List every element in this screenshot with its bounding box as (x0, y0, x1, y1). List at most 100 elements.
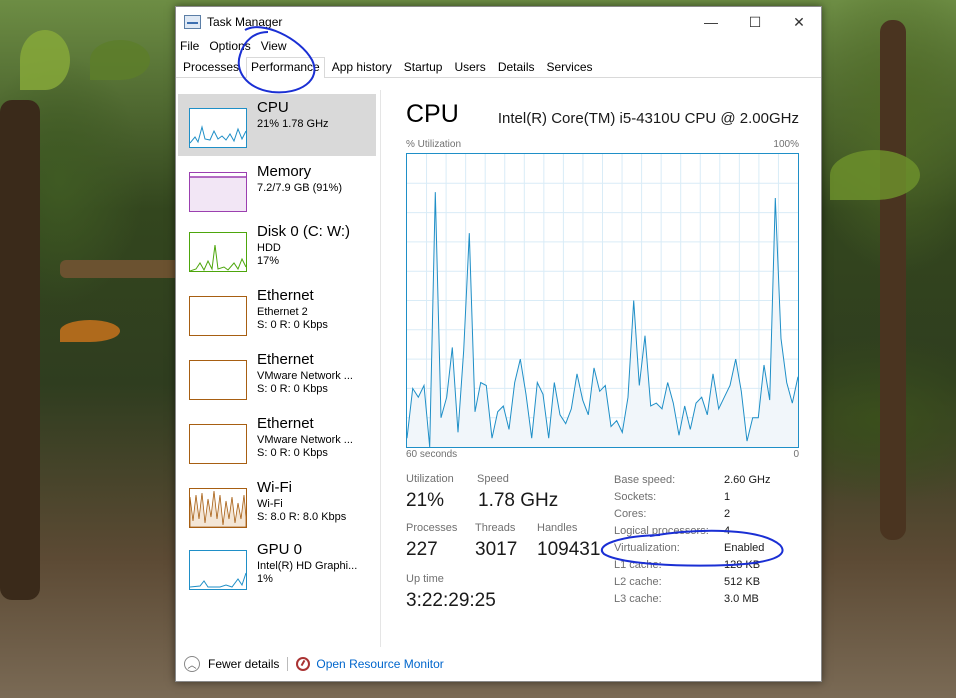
menu-bar: File Options View (176, 37, 821, 55)
sidebar-item-title: GPU 0 (257, 541, 303, 558)
leaf (20, 30, 70, 90)
l2-cache-label: L2 cache: (614, 576, 662, 588)
sidebar-item-title: Disk 0 (C: W:) (257, 223, 351, 240)
sidebar-item-detail: 1% (257, 573, 273, 585)
utilization-label: Utilization (406, 473, 454, 485)
sidebar-item-detail: 21% 1.78 GHz (257, 118, 329, 130)
utilization-axis-label: % Utilization (406, 139, 462, 150)
utilization-max-label: 100% (773, 139, 799, 150)
close-button[interactable]: ✕ (777, 7, 821, 37)
graph-time-label: 60 seconds (406, 449, 458, 460)
processes-label: Processes (406, 522, 458, 534)
sidebar-item-wifi[interactable]: Wi-Fi Wi-Fi S: 8.0 R: 8.0 Kbps (178, 474, 376, 536)
virtualization-value: Enabled (724, 542, 765, 554)
resource-monitor-icon[interactable] (296, 657, 311, 671)
sidebar-item-detail: 17% (257, 255, 280, 267)
memory-thumbnail-graph (189, 172, 247, 212)
handles-value: 109431 (537, 539, 601, 560)
cpu-utilization-graph (406, 153, 799, 448)
cpu-model-name: Intel(R) Core(TM) i5-4310U CPU @ 2.00GHz (497, 110, 799, 127)
sidebar-item-memory[interactable]: Memory 7.2/7.9 GB (91%) (178, 158, 376, 220)
sidebar-item-disk[interactable]: Disk 0 (C: W:) HDD 17% (178, 218, 376, 280)
graph-min-label: 0 (793, 449, 799, 460)
base-speed-value: 2.60 GHz (724, 474, 771, 486)
l3-cache-value: 3.0 MB (724, 593, 759, 605)
ethernet-thumbnail-graph (189, 360, 247, 400)
tab-app-history[interactable]: App history (327, 57, 397, 77)
cores-label: Cores: (614, 508, 647, 520)
sidebar-item-title: Ethernet (257, 351, 314, 368)
branch (60, 260, 180, 278)
sidebar-item-title: Ethernet (257, 415, 314, 432)
sidebar-item-ethernet-vmware-2[interactable]: Ethernet VMware Network ... S: 0 R: 0 Kb… (178, 410, 376, 472)
sidebar-item-ethernet-vmware-1[interactable]: Ethernet VMware Network ... S: 0 R: 0 Kb… (178, 346, 376, 408)
tab-services[interactable]: Services (542, 57, 598, 77)
cores-value: 2 (724, 508, 731, 520)
tab-users[interactable]: Users (449, 57, 490, 77)
sidebar-item-detail: Intel(R) HD Graphi... (257, 560, 358, 572)
maximize-button[interactable]: ☐ (733, 7, 777, 37)
sidebar-item-detail: Ethernet 2 (257, 306, 308, 318)
threads-label: Threads (475, 522, 516, 534)
base-speed-label: Base speed: (614, 474, 676, 486)
ethernet-thumbnail-graph (189, 424, 247, 464)
performance-content: CPU 21% 1.78 GHz Memory 7.2/7.9 GB (91%)… (176, 90, 821, 647)
sidebar-item-detail: HDD (257, 242, 281, 254)
sidebar-item-detail: 7.2/7.9 GB (91%) (257, 182, 342, 194)
fewer-details-link[interactable]: Fewer details (208, 657, 279, 671)
resource-sidebar: CPU 21% 1.78 GHz Memory 7.2/7.9 GB (91%)… (176, 90, 381, 647)
sidebar-item-detail: S: 8.0 R: 8.0 Kbps (257, 511, 347, 523)
l3-cache-label: L3 cache: (614, 593, 662, 605)
sidebar-item-detail: VMware Network ... (257, 370, 353, 382)
tab-startup[interactable]: Startup (399, 57, 448, 77)
wifi-thumbnail-graph (189, 488, 247, 528)
menu-view[interactable]: View (261, 39, 287, 53)
tree-trunk (880, 20, 906, 540)
sidebar-item-title: Wi-Fi (257, 479, 292, 496)
sidebar-item-title: Ethernet (257, 287, 314, 304)
sidebar-item-title: CPU (257, 99, 289, 116)
uptime-value: 3:22:29:25 (406, 590, 496, 611)
page-title: CPU (406, 100, 459, 128)
speed-value: 1.78 GHz (478, 490, 559, 511)
l1-cache-label: L1 cache: (614, 559, 662, 571)
ethernet-thumbnail-graph (189, 296, 247, 336)
uptime-label: Up time (406, 573, 444, 585)
leaf (90, 40, 150, 80)
menu-file[interactable]: File (180, 39, 199, 53)
menu-options[interactable]: Options (209, 39, 250, 53)
window-title: Task Manager (207, 15, 283, 29)
title-bar[interactable]: Task Manager — ☐ ✕ (176, 7, 821, 37)
sidebar-item-detail: S: 0 R: 0 Kbps (257, 319, 328, 331)
virtualization-label: Virtualization: (614, 542, 680, 554)
disk-thumbnail-graph (189, 232, 247, 272)
l1-cache-value: 128 KB (724, 559, 761, 571)
processes-value: 227 (406, 539, 438, 560)
leaf (830, 150, 920, 200)
sidebar-item-title: Memory (257, 163, 312, 180)
sidebar-item-gpu[interactable]: GPU 0 Intel(R) HD Graphi... 1% (178, 536, 376, 598)
task-manager-window: Task Manager — ☐ ✕ File Options View Pro… (175, 6, 822, 682)
minimize-button[interactable]: — (689, 7, 733, 37)
footer-bar: ︿ Fewer details Open Resource Monitor (176, 647, 821, 681)
chevron-up-icon[interactable]: ︿ (184, 656, 200, 672)
logical-processors-label: Logical processors: (614, 525, 709, 537)
tab-details[interactable]: Details (493, 57, 540, 77)
sidebar-item-detail: S: 0 R: 0 Kbps (257, 383, 328, 395)
sockets-value: 1 (724, 491, 731, 503)
sidebar-item-detail: Wi-Fi (257, 498, 283, 510)
gpu-thumbnail-graph (189, 550, 247, 590)
tab-processes[interactable]: Processes (178, 57, 244, 77)
logical-processors-value: 4 (724, 525, 731, 537)
open-resource-monitor-link[interactable]: Open Resource Monitor (316, 657, 443, 671)
fruit (60, 320, 120, 342)
footer-divider (287, 657, 289, 671)
sidebar-item-detail: S: 0 R: 0 Kbps (257, 447, 328, 459)
threads-value: 3017 (475, 539, 518, 560)
tab-performance[interactable]: Performance (246, 57, 325, 78)
sidebar-item-detail: VMware Network ... (257, 434, 353, 446)
sidebar-item-cpu[interactable]: CPU 21% 1.78 GHz (178, 94, 376, 156)
utilization-value: 21% (406, 490, 445, 511)
sidebar-item-ethernet-2[interactable]: Ethernet Ethernet 2 S: 0 R: 0 Kbps (178, 282, 376, 344)
cpu-thumbnail-graph (189, 108, 247, 148)
